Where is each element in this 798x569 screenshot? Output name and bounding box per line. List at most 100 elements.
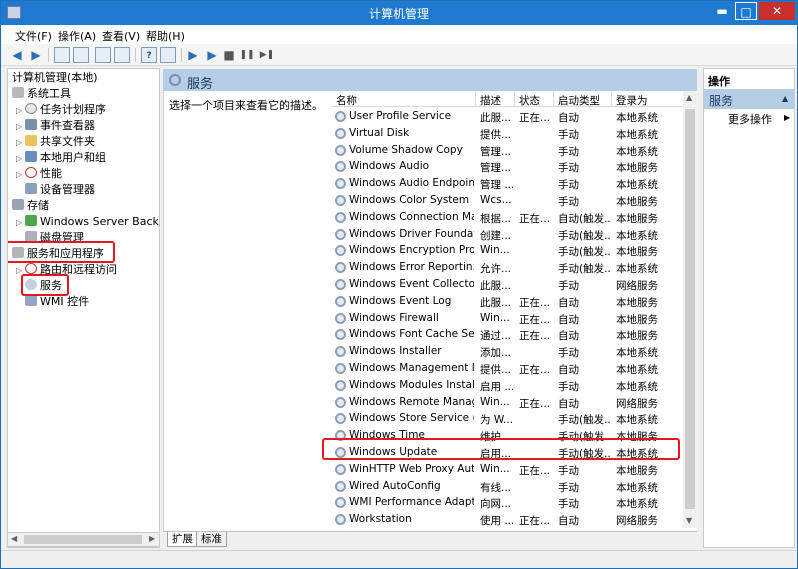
tree-root[interactable]: 计算机管理(本地): [12, 70, 98, 86]
tree-wmi[interactable]: WMI 控件: [25, 294, 89, 310]
service-startup-type: 手动: [558, 481, 579, 494]
tree-event-viewer[interactable]: ▷ 事件查看器: [16, 118, 95, 134]
table-row[interactable]: Volume Shadow Copy 管理... 手动 本地系统: [332, 142, 682, 159]
refresh-icon[interactable]: [95, 47, 111, 63]
table-row[interactable]: Windows Connection Ma... 根据... 正在... 自动(触发.…: [332, 209, 682, 226]
service-gear-icon: [335, 195, 346, 206]
column-status[interactable]: 状态: [519, 93, 540, 108]
collapse-icon[interactable]: ▲: [782, 94, 788, 103]
service-name: Windows Error Reportin...: [349, 261, 474, 274]
table-row[interactable]: Workstation 使用 ... 正在... 自动 网络服务: [332, 511, 682, 528]
table-row[interactable]: User Profile Service 此服... 正在... 自动 本地系统: [332, 108, 682, 125]
tree-horizontal-scrollbar[interactable]: ◀ ▶: [7, 532, 160, 547]
expand-arrow-icon[interactable]: ▷: [16, 135, 25, 151]
close-button[interactable]: ✕: [759, 2, 795, 20]
tree-task-scheduler[interactable]: ▷ 任务计划程序: [16, 102, 106, 118]
service-status: 正在...: [519, 464, 551, 477]
service-startup-type: 手动(触发...: [558, 246, 610, 259]
tree-shared-folders[interactable]: ▷ 共享文件夹: [16, 134, 95, 150]
forward-icon[interactable]: ▶: [28, 47, 44, 63]
service-gear-icon: [335, 228, 346, 240]
tree-performance[interactable]: ▷ 性能: [16, 166, 62, 182]
table-row[interactable]: Windows Installer 添加... 手动 本地系统: [332, 343, 682, 360]
minimize-button[interactable]: ▬: [711, 2, 733, 20]
tree-storage[interactable]: 存储: [12, 198, 49, 214]
up-folder-icon[interactable]: [54, 47, 70, 63]
backup-icon: [25, 215, 37, 226]
table-row[interactable]: Windows Remote Manag... Win... 正在... 自动 网络服务: [332, 394, 682, 411]
properties-icon[interactable]: [160, 47, 176, 63]
service-name: Windows Store Service (...: [349, 412, 474, 425]
service-status: 正在...: [519, 313, 551, 326]
table-row[interactable]: Windows Management I... 提供... 正在... 自动 本地系统: [332, 360, 682, 377]
menu-view[interactable]: 查看(V): [102, 28, 140, 44]
tree-local-users-label: 本地用户和组: [40, 151, 106, 164]
scroll-thumb[interactable]: [24, 535, 142, 544]
service-description: 创建...: [480, 229, 512, 242]
service-startup-type: 自动: [558, 515, 579, 528]
expand-arrow-icon[interactable]: ▷: [16, 103, 25, 119]
table-row[interactable]: Windows Encryption Pro... Win... 手动(触发... 本…: [332, 242, 682, 259]
table-row[interactable]: WMI Performance Adapt... 向网... 手动 本地系统: [332, 494, 682, 511]
table-row[interactable]: Windows Event Log 此服... 正在... 自动 本地服务: [332, 293, 682, 310]
table-row[interactable]: Windows Audio 管理... 手动 本地服务: [332, 158, 682, 175]
service-log-on-as: 本地系统: [616, 179, 658, 192]
services-vertical-scrollbar[interactable]: ▲ ▼: [683, 91, 697, 528]
tree-system-tools[interactable]: 系统工具: [12, 86, 71, 102]
expand-arrow-icon[interactable]: ▷: [16, 119, 25, 135]
service-description: Win...: [480, 462, 510, 475]
maximize-button[interactable]: □: [735, 2, 757, 20]
table-row[interactable]: Windows Audio Endpoint... 管理 ... 手动 本地系统: [332, 175, 682, 192]
highlight-services-apps: [8, 241, 115, 263]
expand-arrow-icon[interactable]: ▷: [16, 151, 25, 167]
expand-arrow-icon[interactable]: ▷: [16, 215, 25, 231]
table-row[interactable]: Windows Firewall Win... 正在... 自动 本地服务: [332, 310, 682, 327]
menu-action[interactable]: 操作(A): [58, 28, 96, 44]
expand-arrow-icon[interactable]: ▷: [16, 167, 25, 183]
service-gear-icon: [335, 161, 346, 173]
service-gear-icon: [335, 514, 346, 526]
tab-standard[interactable]: 标准: [196, 532, 227, 547]
start-service-alt-icon[interactable]: ▶: [204, 47, 220, 63]
back-icon[interactable]: ◀: [9, 47, 25, 63]
navigation-tree: 计算机管理(本地) 系统工具 ▷ 任务计划程序 ▷ 事件查看器 ▷ 共享文件夹 ▷ 本地…: [7, 68, 160, 548]
table-row[interactable]: Virtual Disk 提供... 手动 本地系统: [332, 125, 682, 142]
actions-title: 操作: [708, 75, 730, 88]
service-description: 此服...: [480, 280, 512, 292]
table-row[interactable]: Windows Store Service (... 为 W... 手动(触发...…: [332, 410, 682, 427]
show-tree-icon[interactable]: [73, 47, 89, 63]
more-actions-link[interactable]: 更多操作: [728, 111, 772, 127]
tree-device-manager[interactable]: 设备管理器: [25, 182, 95, 198]
actions-section-header[interactable]: 服务 ▲: [704, 89, 794, 109]
service-gear-icon: [335, 396, 346, 408]
table-row[interactable]: Windows Modules Install... 启用 ... 手动 本地系统: [332, 377, 682, 394]
pause-service-icon[interactable]: ❚❚: [239, 47, 255, 63]
service-description: Win...: [480, 311, 510, 324]
table-row[interactable]: Wired AutoConfig 有线... 手动 本地系统: [332, 478, 682, 495]
column-name[interactable]: 名称: [336, 93, 357, 108]
tab-extended[interactable]: 扩展: [167, 532, 198, 547]
column-log-on-as[interactable]: 登录为: [616, 93, 648, 108]
service-name: Virtual Disk: [349, 126, 410, 139]
column-description[interactable]: 描述: [480, 93, 501, 108]
tree-windows-server-backup[interactable]: ▷ Windows Server Backup: [16, 214, 159, 231]
scroll-thumb[interactable]: [685, 109, 695, 509]
table-row[interactable]: Windows Font Cache Ser... 通过... 正在... 自动 本地服…: [332, 326, 682, 343]
table-row[interactable]: Windows Color System Wcs... 手动 本地服务: [332, 192, 682, 209]
service-startup-type: 手动(触发...: [558, 414, 610, 427]
table-row[interactable]: Windows Event Collector 此服... 手动 网络服务: [332, 276, 682, 293]
export-list-icon[interactable]: [114, 47, 130, 63]
column-startup-type[interactable]: 启动类型: [558, 93, 600, 108]
restart-service-icon[interactable]: ▶❚: [259, 47, 275, 63]
tree-local-users[interactable]: ▷ 本地用户和组: [16, 150, 106, 166]
table-row[interactable]: WinHTTP Web Proxy Aut... Win... 正在... 手动 本地服…: [332, 461, 682, 478]
service-startup-type: 手动(触发...: [558, 229, 610, 242]
table-row[interactable]: Windows Error Reportin... 允许... 手动(触发... 本地…: [332, 259, 682, 276]
service-status: 正在...: [519, 212, 551, 225]
help-icon[interactable]: ?: [141, 47, 157, 63]
start-service-icon[interactable]: ▶: [185, 47, 201, 63]
stop-service-icon[interactable]: ■: [221, 47, 237, 63]
menu-file[interactable]: 文件(F): [15, 28, 52, 44]
table-row[interactable]: Windows Driver Foundati... 创建... 手动(触发... 本…: [332, 226, 682, 243]
menu-help[interactable]: 帮助(H): [146, 28, 185, 44]
